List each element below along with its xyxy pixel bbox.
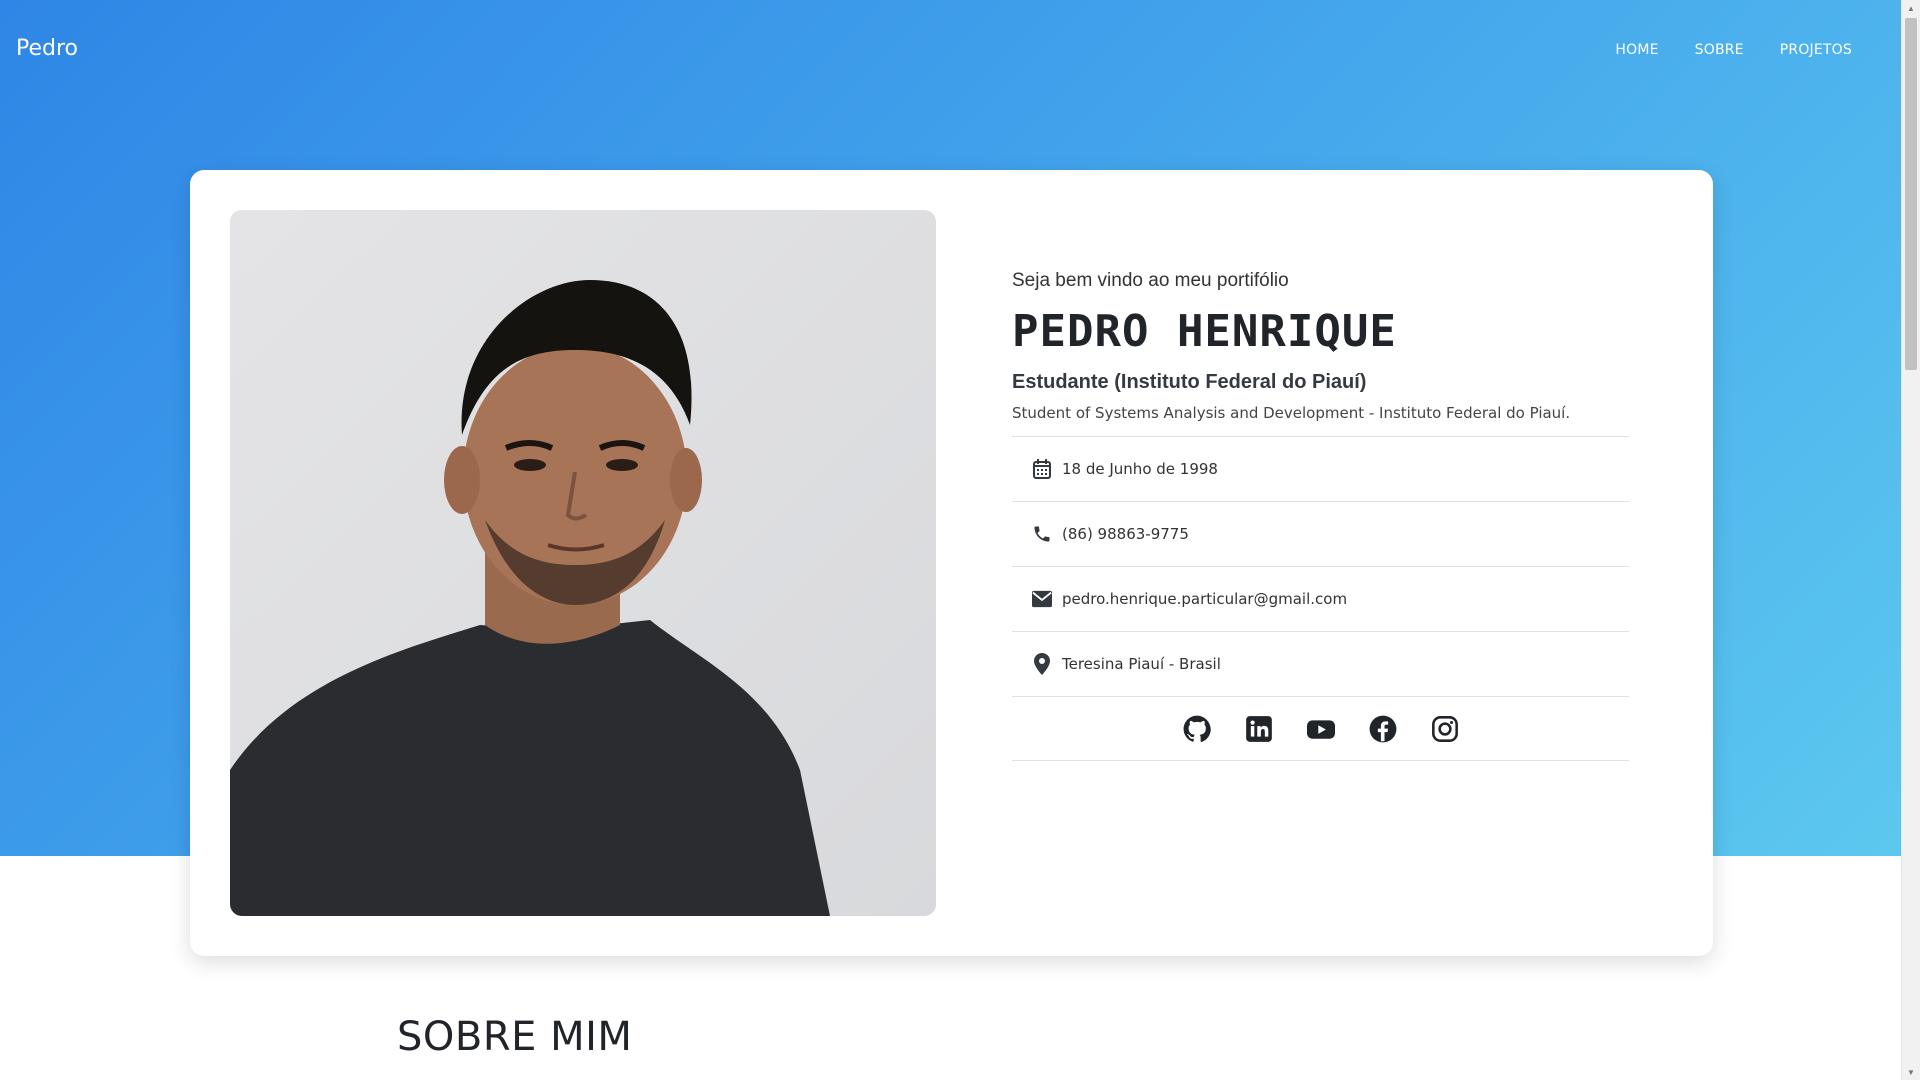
location-pin-icon xyxy=(1032,653,1052,675)
scroll-down-arrow-icon[interactable]: ▼ xyxy=(1902,1064,1920,1080)
detail-location: Teresina Piauí - Brasil xyxy=(1012,632,1629,697)
social-links xyxy=(1012,697,1629,761)
detail-location-text: Teresina Piauí - Brasil xyxy=(1062,655,1221,673)
brand-link[interactable]: Pedro xyxy=(16,36,78,61)
page-scrollbar[interactable]: ▲ ▼ xyxy=(1901,0,1920,1080)
detail-phone: (86) 98863-9775 xyxy=(1012,502,1629,567)
navbar: Pedro HOME SOBRE PROJETOS xyxy=(0,0,1902,100)
detail-birthdate: 18 de Junho de 1998 xyxy=(1012,437,1629,502)
detail-email-text[interactable]: pedro.henrique.particular@gmail.com xyxy=(1062,590,1347,608)
profile-description: Student of Systems Analysis and Developm… xyxy=(1012,404,1571,422)
detail-phone-text: (86) 98863-9775 xyxy=(1062,525,1189,543)
welcome-text: Seja bem vindo ao meu portifólio xyxy=(1012,270,1289,291)
profile-role: Estudante (Instituto Federal do Piauí) xyxy=(1012,371,1367,393)
nav-links: HOME SOBRE PROJETOS xyxy=(1615,42,1852,58)
facebook-icon[interactable] xyxy=(1369,715,1397,743)
scroll-up-arrow-icon[interactable]: ▲ xyxy=(1902,0,1920,16)
detail-list: 18 de Junho de 1998 (86) 98863-9775 pedr… xyxy=(1012,436,1629,761)
profile-name: PEDRO HENRIQUE xyxy=(1012,306,1397,357)
nav-link-home[interactable]: HOME xyxy=(1615,42,1658,58)
nav-link-sobre[interactable]: SOBRE xyxy=(1695,42,1744,58)
instagram-icon[interactable] xyxy=(1431,715,1459,743)
calendar-icon xyxy=(1032,459,1052,479)
nav-link-projetos[interactable]: PROJETOS xyxy=(1780,42,1852,58)
profile-photo xyxy=(230,210,936,916)
about-title: SOBRE MIM xyxy=(397,1014,633,1060)
linkedin-icon[interactable] xyxy=(1245,715,1273,743)
detail-birthdate-text: 18 de Junho de 1998 xyxy=(1062,460,1218,478)
scroll-thumb[interactable] xyxy=(1905,18,1917,370)
envelope-icon xyxy=(1032,589,1052,609)
profile-card: Seja bem vindo ao meu portifólio PEDRO H… xyxy=(190,170,1713,956)
phone-icon xyxy=(1032,524,1052,544)
youtube-icon[interactable] xyxy=(1306,715,1335,743)
github-icon[interactable] xyxy=(1183,715,1211,743)
detail-email: pedro.henrique.particular@gmail.com xyxy=(1012,567,1629,632)
profile-info: Seja bem vindo ao meu portifólio PEDRO H… xyxy=(1012,270,1629,761)
